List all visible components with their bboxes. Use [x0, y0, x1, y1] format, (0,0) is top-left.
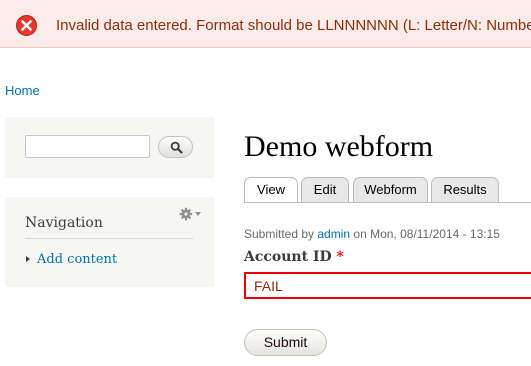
- submitted-info: Submitted by admin on Mon, 08/11/2014 - …: [244, 227, 500, 241]
- gear-icon[interactable]: [179, 207, 203, 221]
- required-marker: *: [336, 249, 344, 265]
- account-id-label: Account ID *: [244, 249, 344, 265]
- navigation-title: Navigation: [25, 215, 103, 231]
- account-id-field[interactable]: FAIL: [244, 272, 531, 299]
- tabs-divider: [244, 202, 531, 203]
- search-block: [5, 117, 214, 178]
- breadcrumb-home-link[interactable]: Home: [5, 83, 40, 98]
- tab-webform[interactable]: Webform: [353, 177, 428, 203]
- error-circle-x-icon: [16, 15, 37, 36]
- error-message-text: Invalid data entered. Format should be L…: [56, 17, 531, 34]
- search-button[interactable]: [158, 136, 193, 158]
- error-message: Invalid data entered. Format should be L…: [0, 0, 531, 48]
- submitted-prefix: Submitted by: [244, 227, 318, 241]
- tab-edit[interactable]: Edit: [301, 177, 349, 203]
- magnifier-icon: [170, 141, 183, 154]
- search-input[interactable]: [25, 135, 150, 158]
- tab-results[interactable]: Results: [431, 177, 499, 203]
- navigation-divider: [25, 238, 193, 239]
- bullet-icon: [26, 256, 30, 262]
- navigation-block: Navigation Add content: [5, 197, 214, 287]
- account-id-label-text: Account ID: [244, 249, 332, 265]
- submitted-date: on Mon, 08/11/2014 - 13:15: [350, 227, 500, 241]
- page-title: Demo webform: [244, 130, 434, 163]
- nav-item-add-content[interactable]: Add content: [37, 252, 117, 267]
- submitted-user-link[interactable]: admin: [317, 227, 350, 241]
- submit-button[interactable]: Submit: [244, 329, 327, 356]
- tab-view[interactable]: View: [244, 177, 298, 203]
